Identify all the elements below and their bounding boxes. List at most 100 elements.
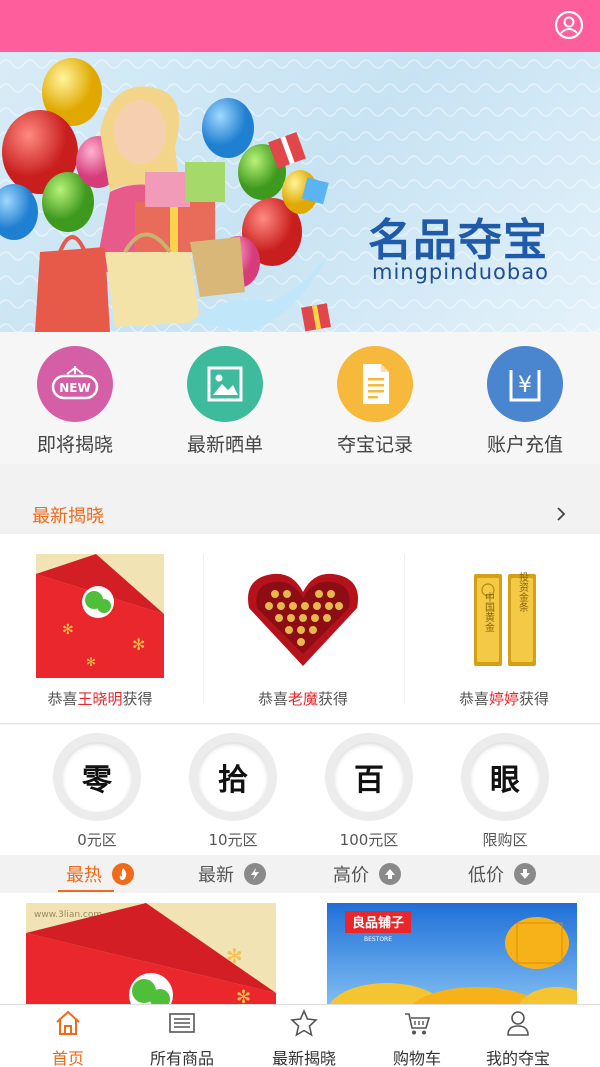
arrow-up-icon <box>379 863 401 885</box>
promo-banner[interactable]: 名品夺宝 mingpinduobao <box>0 52 600 332</box>
winner-name: 老魔 <box>287 690 318 708</box>
tab-label: 低价 <box>468 865 504 886</box>
caption-prefix: 恭喜 <box>47 690 78 708</box>
flame-icon <box>112 863 134 885</box>
product-card[interactable]: www.3lian.com ✻ ✻ <box>26 903 276 1008</box>
zone-glyph: 拾 <box>198 742 268 812</box>
caption-suffix: 获得 <box>318 690 349 708</box>
zone-label: 限购区 <box>482 831 528 849</box>
yen-symbol: ¥ <box>518 373 532 398</box>
gold-bar-right-text: 投资金条 <box>517 571 529 612</box>
svg-text:✻: ✻ <box>132 635 145 654</box>
home-icon <box>56 1010 80 1035</box>
svg-text:✻: ✻ <box>226 944 243 968</box>
tab-newest[interactable]: 最新 <box>172 855 292 893</box>
zone-label: 10元区 <box>208 831 258 849</box>
nav-my-account[interactable]: 我的夺宝 <box>458 1009 578 1067</box>
nav-home[interactable]: 首页 <box>8 1009 128 1067</box>
svg-text:✻: ✻ <box>62 622 74 638</box>
banner-title: 名品夺宝 <box>368 215 548 266</box>
document-icon <box>337 346 413 422</box>
latest-winners: ✻ ✻ ✻ 恭喜王晓明获得 恭喜老魔获得 中国黄金 投资金条 恭喜婷婷获得 <box>0 534 600 724</box>
cart-icon <box>405 1013 431 1035</box>
winner-caption: 恭喜老魔获得 <box>203 688 403 709</box>
zone-0-yuan[interactable]: 零 0元区 <box>29 733 165 850</box>
bottom-nav: 首页 所有商品 最新揭晓 购物车 我的夺宝 <box>0 1004 600 1067</box>
product-grid: www.3lian.com ✻ ✻ 良品铺子 BESTORE <box>0 893 600 1008</box>
shop-sign-sub-text: BESTORE <box>364 936 392 943</box>
new-badge-icon: NEW <box>37 346 113 422</box>
arrow-down-icon <box>514 863 536 885</box>
zone-glyph: 零 <box>62 742 132 812</box>
quicknav-upcoming[interactable]: NEW 即将揭晓 <box>0 346 150 456</box>
tab-label: 最热 <box>66 865 102 886</box>
quicknav-label: 账户充值 <box>486 434 563 456</box>
section-title: 最新揭晓 <box>32 506 104 527</box>
product-image-gold-bars: 中国黄金 投资金条 <box>440 554 568 678</box>
winner-caption: 恭喜王晓明获得 <box>0 688 200 709</box>
nav-label: 所有商品 <box>149 1049 214 1067</box>
caption-prefix: 恭喜 <box>458 690 489 708</box>
tab-label: 高价 <box>333 865 369 886</box>
banner-subtitle: mingpinduobao <box>372 260 549 284</box>
tab-low-price[interactable]: 低价 <box>442 855 562 893</box>
shop-sign-text: 良品铺子 <box>352 915 404 931</box>
price-zones: 零 0元区 拾 10元区 百 100元区 眼 限购区 <box>0 725 600 855</box>
new-badge-text: NEW <box>59 381 90 395</box>
tab-high-price[interactable]: 高价 <box>307 855 427 893</box>
nav-label: 我的夺宝 <box>485 1049 550 1067</box>
nav-label: 首页 <box>51 1049 84 1067</box>
product-image-dried-mango: 良品铺子 BESTORE <box>327 903 577 1008</box>
zone-limited[interactable]: 眼 限购区 <box>437 733 573 850</box>
quicknav-records[interactable]: 夺宝记录 <box>300 346 450 456</box>
quicknav-label: 最新晒单 <box>186 434 263 456</box>
svg-text:✻: ✻ <box>86 655 96 669</box>
chevron-right-icon[interactable] <box>552 505 570 523</box>
gold-bar-left-text: 中国黄金 <box>483 591 495 632</box>
latest-reveal-header[interactable]: 最新揭晓 <box>0 494 600 534</box>
user-profile-icon[interactable] <box>554 10 584 40</box>
active-tab-underline <box>58 890 114 892</box>
nav-latest-reveal[interactable]: 最新揭晓 <box>244 1009 364 1067</box>
product-image-red-envelope: www.3lian.com ✻ ✻ <box>26 903 276 1008</box>
zone-100-yuan[interactable]: 百 100元区 <box>301 733 437 850</box>
zone-label: 100元区 <box>339 831 399 849</box>
quicknav-label: 即将揭晓 <box>36 434 113 456</box>
product-image-chocolate-box <box>239 554 367 678</box>
quicknav-showcase[interactable]: 最新晒单 <box>150 346 300 456</box>
winner-card[interactable]: 中国黄金 投资金条 恭喜婷婷获得 <box>404 554 600 724</box>
zone-badge: 百 <box>325 733 413 821</box>
banner-illustration <box>0 52 600 332</box>
lightning-icon <box>244 863 266 885</box>
winner-caption: 恭喜婷婷获得 <box>404 688 600 709</box>
product-image-red-envelope: ✻ ✻ ✻ <box>36 554 164 678</box>
star-icon <box>290 1009 318 1037</box>
nav-all-products[interactable]: 所有商品 <box>122 1009 242 1067</box>
winner-card[interactable]: 恭喜老魔获得 <box>203 554 403 724</box>
zone-badge: 眼 <box>461 733 549 821</box>
nav-label: 最新揭晓 <box>271 1049 336 1067</box>
winner-name: 王晓明 <box>77 690 123 708</box>
sort-tabs: 最热 最新 高价 低价 <box>0 855 600 893</box>
yen-icon: ¥ <box>487 346 563 422</box>
user-icon <box>507 1011 529 1036</box>
quicknav-recharge[interactable]: ¥ 账户充值 <box>450 346 600 456</box>
caption-suffix: 获得 <box>519 690 550 708</box>
caption-prefix: 恭喜 <box>257 690 288 708</box>
product-card[interactable]: 良品铺子 BESTORE <box>327 903 577 1008</box>
zone-badge: 拾 <box>189 733 277 821</box>
caption-suffix: 获得 <box>122 690 153 708</box>
quicknav-label: 夺宝记录 <box>336 434 413 456</box>
image-icon <box>187 346 263 422</box>
winner-name: 婷婷 <box>488 690 519 708</box>
zone-glyph: 眼 <box>470 742 540 812</box>
zone-label: 0元区 <box>77 831 117 849</box>
tab-hottest[interactable]: 最热 <box>40 855 160 893</box>
top-bar <box>0 0 600 52</box>
zone-glyph: 百 <box>334 742 404 812</box>
app-screen: 名品夺宝 mingpinduobao NEW 即将揭晓 最新晒单 夺宝记录 ¥ … <box>0 0 600 1067</box>
zone-10-yuan[interactable]: 拾 10元区 <box>165 733 301 850</box>
winner-card[interactable]: ✻ ✻ ✻ 恭喜王晓明获得 <box>0 554 200 724</box>
zone-badge: 零 <box>53 733 141 821</box>
quick-nav: NEW 即将揭晓 最新晒单 夺宝记录 ¥ 账户充值 <box>0 332 600 464</box>
